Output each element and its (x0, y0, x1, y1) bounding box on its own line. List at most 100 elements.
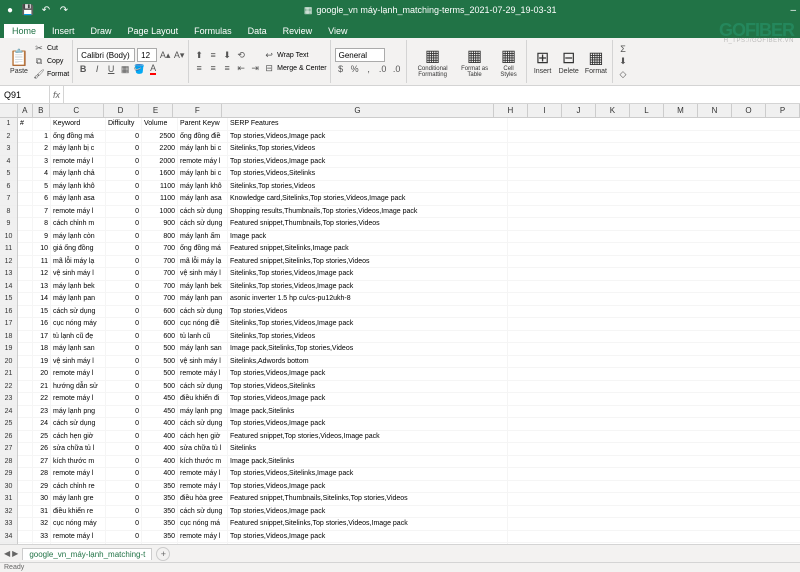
cell[interactable] (18, 256, 33, 268)
cell[interactable]: máy lạnh bek (178, 281, 228, 293)
cell[interactable]: 6 (33, 193, 51, 205)
cell[interactable]: Sitelinks,Top stories,Videos,Image pack (228, 318, 508, 330)
wrap-text-button[interactable]: ↩Wrap Text (263, 49, 326, 61)
table-row[interactable]: 7remote máy l01000cách sử dụngShopping r… (18, 206, 800, 219)
align-center-icon[interactable]: ≡ (207, 62, 219, 74)
cell[interactable]: remote máy l (51, 206, 106, 218)
row-header[interactable]: 26 (0, 431, 17, 444)
cell[interactable]: Top stories,Videos,Sitelinks (228, 168, 508, 180)
align-bottom-icon[interactable]: ⬇ (221, 49, 233, 61)
table-row[interactable]: 1ống đồng má02500ống đồng điềTop stories… (18, 131, 800, 144)
currency-icon[interactable]: $ (335, 63, 347, 75)
cell[interactable]: Featured snippet,Sitelinks,Image pack (228, 243, 508, 255)
col-header-L[interactable]: L (630, 104, 664, 117)
table-row[interactable]: 34túi vệ sinh m0350túi vệ sinh mVideos,I… (18, 543, 800, 544)
header-cell[interactable]: Parent Keyw (178, 118, 228, 130)
header-cell[interactable]: SERP Features (228, 118, 508, 130)
cell[interactable]: Featured snippet,Thumbnails,Sitelinks,To… (228, 493, 508, 505)
header-cell[interactable]: Volume (142, 118, 178, 130)
cell[interactable]: 400 (142, 468, 178, 480)
cell[interactable]: 0 (106, 306, 142, 318)
cell[interactable]: vệ sinh máy l (51, 356, 106, 368)
table-row[interactable]: 20remote máy l0500remote máy lTop storie… (18, 368, 800, 381)
cell[interactable]: Top stories,Videos,Image pack (228, 393, 508, 405)
cell[interactable]: 0 (106, 343, 142, 355)
cell[interactable]: Sitelinks,Adwords bottom (228, 356, 508, 368)
cell[interactable] (18, 318, 33, 330)
cell[interactable]: 0 (106, 406, 142, 418)
cut-icon[interactable]: ✂ (33, 43, 45, 55)
cell[interactable]: remote máy l (178, 481, 228, 493)
cell[interactable]: 0 (106, 218, 142, 230)
cell[interactable]: máy lạnh png (178, 406, 228, 418)
cell[interactable]: 0 (106, 531, 142, 543)
cell[interactable]: 33 (33, 531, 51, 543)
cell[interactable]: 18 (33, 343, 51, 355)
col-header-E[interactable]: E (139, 104, 174, 117)
table-row[interactable]: 10giá ống đồng0700ống đồng máFeatured sn… (18, 243, 800, 256)
cell[interactable]: sửa chữa tủ l (178, 443, 228, 455)
cell[interactable] (18, 393, 33, 405)
cell[interactable]: 350 (142, 518, 178, 530)
cell[interactable]: 0 (106, 256, 142, 268)
cell[interactable]: 400 (142, 431, 178, 443)
grow-font-icon[interactable]: A▴ (159, 49, 171, 61)
cell[interactable]: cục nóng máy (51, 318, 106, 330)
cell[interactable] (18, 281, 33, 293)
row-header[interactable]: 25 (0, 418, 17, 431)
cell[interactable]: kích thước m (178, 456, 228, 468)
sheet-nav[interactable]: ◀▶ (4, 549, 18, 558)
cell[interactable]: remote máy l (51, 156, 106, 168)
cell[interactable] (18, 218, 33, 230)
cell[interactable] (18, 543, 33, 544)
cell[interactable]: 8 (33, 218, 51, 230)
cell[interactable]: Top stories,Videos,Sitelinks (228, 381, 508, 393)
border-icon[interactable]: ▦ (119, 63, 131, 75)
cell[interactable]: Top stories,Videos,Image pack (228, 156, 508, 168)
table-row[interactable]: 4máy lạnh chả01600máy lạnh bi cTop stori… (18, 168, 800, 181)
row-header[interactable]: 10 (0, 231, 17, 244)
autosum-icon[interactable]: Σ (617, 43, 629, 55)
cell[interactable]: 2200 (142, 143, 178, 155)
cell[interactable]: máy lạnh chả (51, 168, 106, 180)
row-header[interactable]: 1 (0, 118, 17, 131)
indent-inc-icon[interactable]: ⇥ (249, 62, 261, 74)
cell[interactable]: vệ sinh máy l (178, 268, 228, 280)
cell[interactable]: 0 (106, 231, 142, 243)
cell[interactable]: 450 (142, 406, 178, 418)
col-header-K[interactable]: K (596, 104, 630, 117)
table-row[interactable]: 33remote máy l0350remote máy lTop storie… (18, 531, 800, 544)
cell[interactable] (18, 168, 33, 180)
cell[interactable]: 15 (33, 306, 51, 318)
table-row[interactable]: 2máy lạnh bị c02200máy lạnh bi cSitelink… (18, 143, 800, 156)
autosave-toggle[interactable]: ● (4, 4, 16, 16)
cell[interactable]: remote máy l (51, 393, 106, 405)
cell[interactable]: remote máy l (51, 531, 106, 543)
row-header[interactable]: 7 (0, 193, 17, 206)
cell[interactable]: 0 (106, 443, 142, 455)
cell[interactable] (18, 293, 33, 305)
cell[interactable]: 0 (106, 293, 142, 305)
row-header[interactable]: 8 (0, 206, 17, 219)
cell[interactable]: 11 (33, 256, 51, 268)
cell[interactable]: 0 (106, 193, 142, 205)
format-painter-icon[interactable]: 🖌 (33, 69, 45, 81)
percent-icon[interactable]: % (349, 63, 361, 75)
row-header[interactable]: 12 (0, 256, 17, 269)
table-row[interactable]: 8cách chỉnh m0900cách sử dụngFeatured sn… (18, 218, 800, 231)
cell[interactable]: 700 (142, 256, 178, 268)
cell[interactable]: 0 (106, 168, 142, 180)
cell[interactable]: remote máy l (178, 368, 228, 380)
header-cell[interactable]: Keyword (51, 118, 106, 130)
cell[interactable]: 10 (33, 243, 51, 255)
cell[interactable]: mã lỗi máy lạ (51, 256, 106, 268)
header-cell[interactable] (33, 118, 51, 130)
cell[interactable]: 0 (106, 543, 142, 544)
cell[interactable] (18, 131, 33, 143)
italic-icon[interactable]: I (91, 63, 103, 75)
cell[interactable]: cách sử dụng (178, 306, 228, 318)
cell[interactable] (18, 468, 33, 480)
table-row[interactable]: 25cách hẹn giờ0400cách hẹn giờFeatured s… (18, 431, 800, 444)
cell[interactable]: máy lạnh asa (51, 193, 106, 205)
cell[interactable]: 27 (33, 456, 51, 468)
